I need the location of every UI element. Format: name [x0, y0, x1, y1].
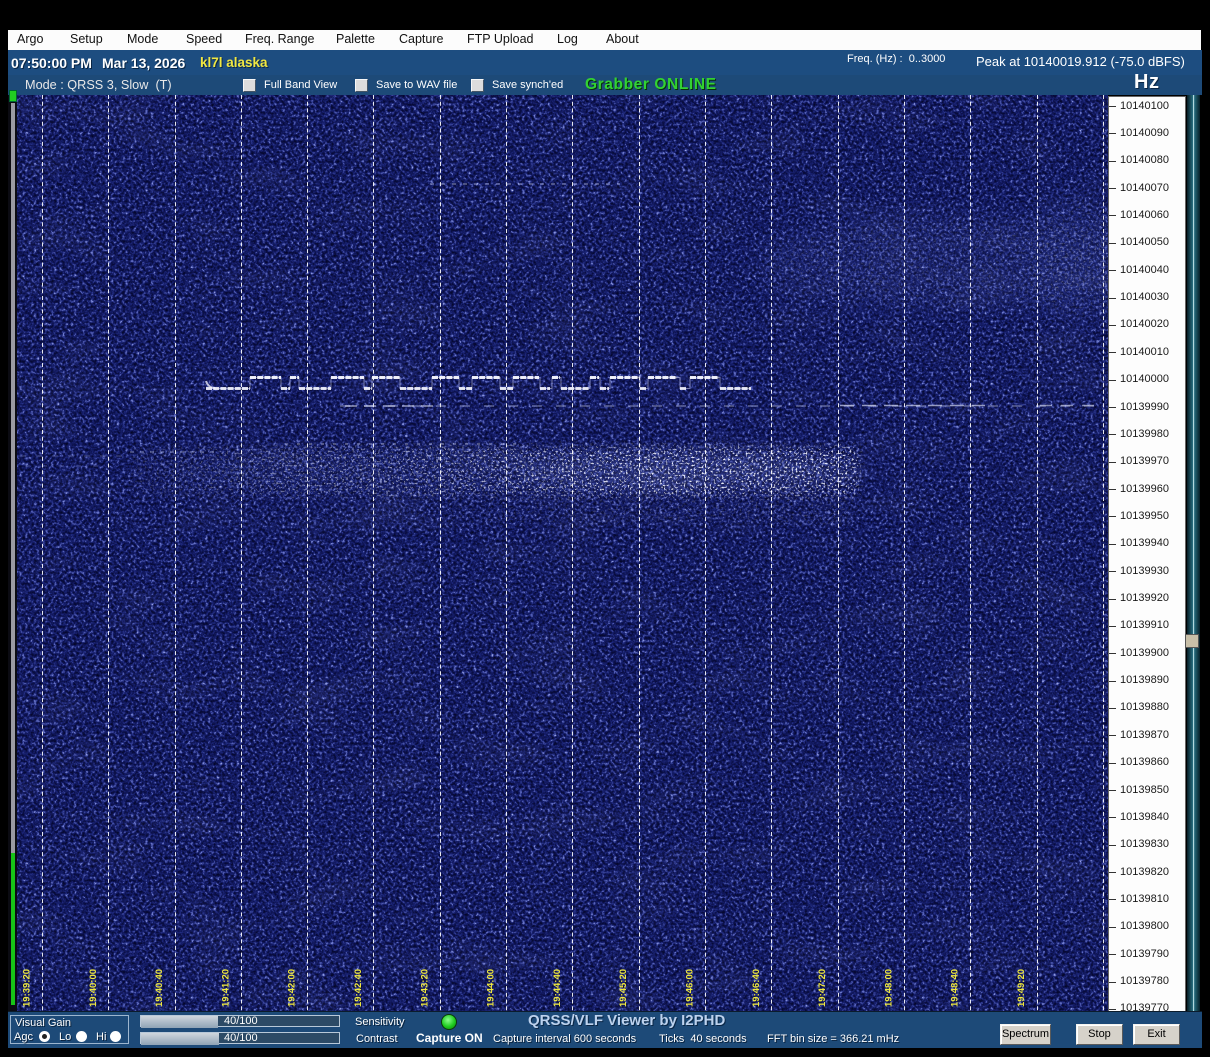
- svg-text:19:44:00: 19:44:00: [486, 969, 497, 1007]
- svg-text:19:41:20: 19:41:20: [220, 969, 231, 1007]
- svg-text:19:43:20: 19:43:20: [419, 969, 430, 1007]
- svg-text:19:49:20: 19:49:20: [1016, 969, 1027, 1007]
- svg-text:19:48:40: 19:48:40: [950, 969, 961, 1007]
- svg-text:19:47:20: 19:47:20: [817, 969, 828, 1007]
- svg-text:19:45:20: 19:45:20: [618, 969, 629, 1007]
- svg-text:19:46:40: 19:46:40: [751, 969, 762, 1007]
- svg-text:19:48:00: 19:48:00: [883, 969, 894, 1007]
- svg-text:19:44:40: 19:44:40: [552, 969, 563, 1007]
- svg-text:19:40:00: 19:40:00: [88, 969, 99, 1007]
- svg-text:19:42:00: 19:42:00: [287, 969, 298, 1007]
- svg-text:19:39:20: 19:39:20: [22, 969, 33, 1007]
- svg-text:19:42:40: 19:42:40: [353, 969, 364, 1007]
- svg-text:19:46:00: 19:46:00: [685, 969, 696, 1007]
- svg-text:19:40:40: 19:40:40: [154, 969, 165, 1007]
